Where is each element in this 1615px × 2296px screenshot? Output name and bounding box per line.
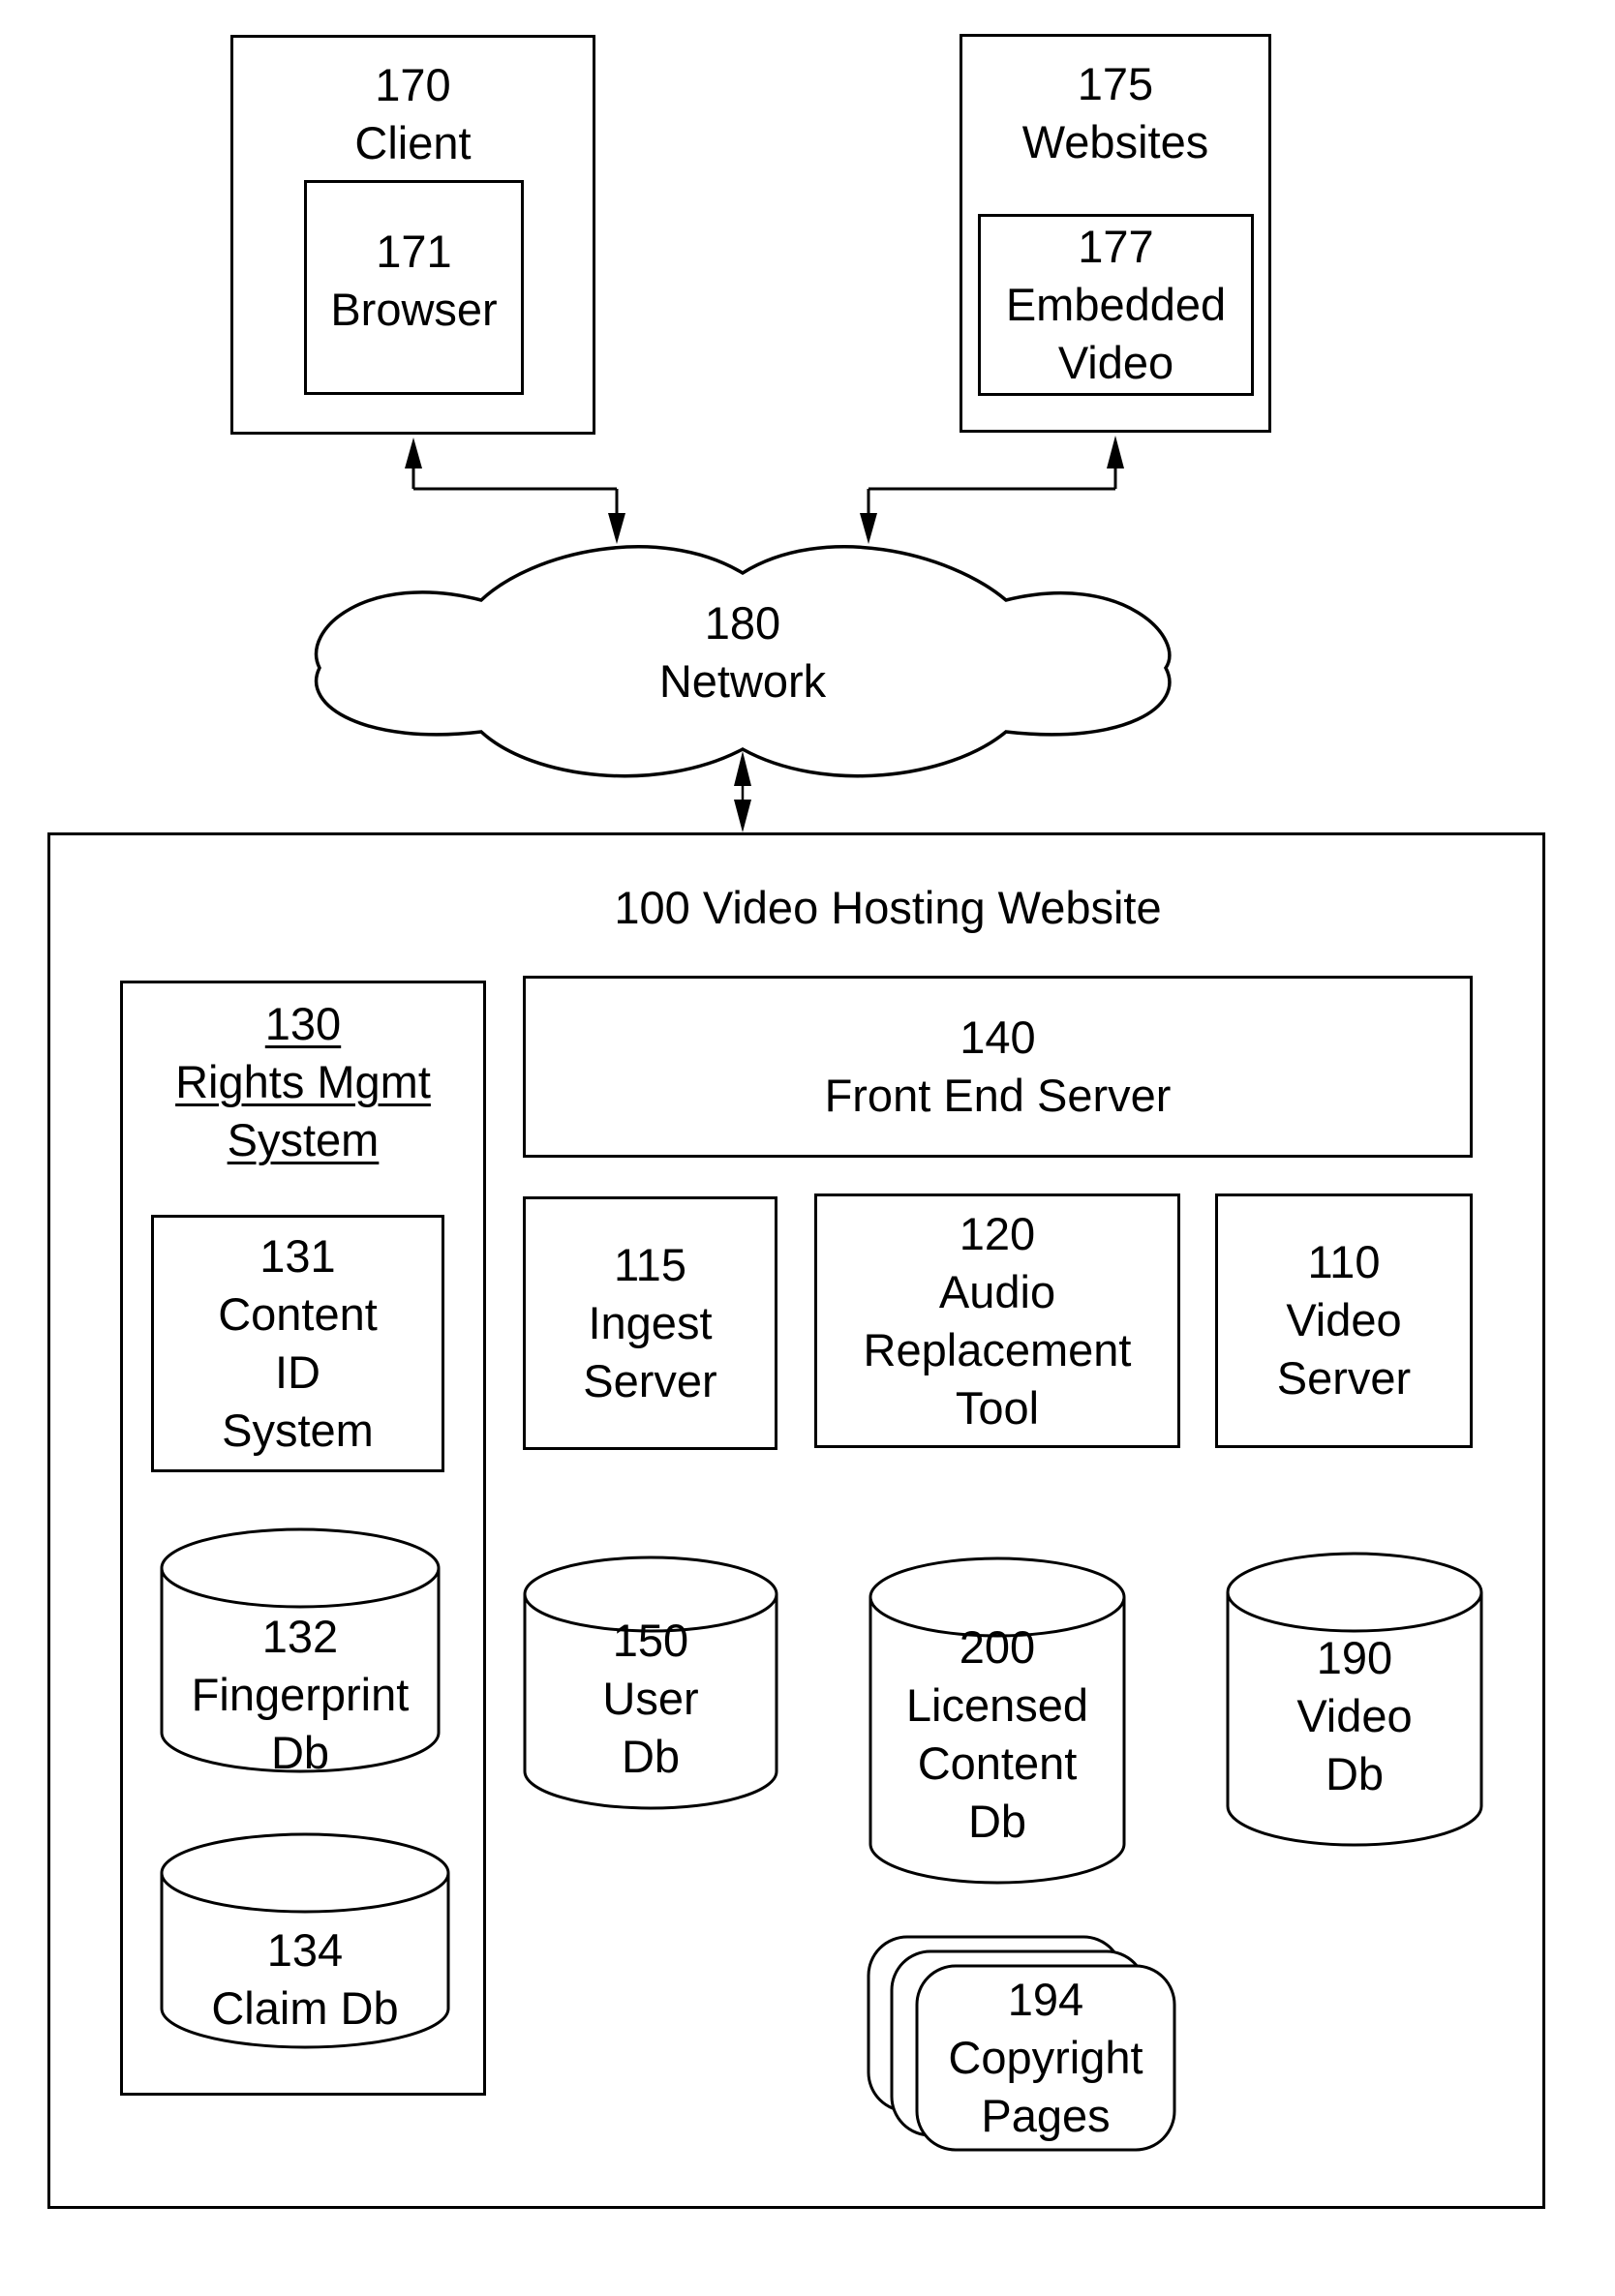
copyright-pages-id: 194 bbox=[1007, 1974, 1084, 2025]
websites-id: 175 bbox=[1077, 58, 1154, 109]
rights-mgmt-label: 130 Rights Mgmt System bbox=[120, 995, 486, 1169]
ingest-line1: Ingest bbox=[588, 1297, 713, 1348]
fingerprint-db-line2: Db bbox=[270, 1727, 330, 1778]
network-label: 180 Network bbox=[597, 594, 888, 710]
video-server-label: 110 Video Server bbox=[1215, 1233, 1473, 1407]
content-id-line1: Content bbox=[218, 1288, 378, 1340]
video-db-line1: Video bbox=[1296, 1690, 1413, 1741]
copyright-pages-line2: Pages bbox=[981, 2090, 1111, 2141]
browser-label: 171 Browser bbox=[304, 223, 524, 339]
claim-db-label: 134 Claim Db bbox=[162, 1921, 448, 2038]
ingest-line2: Server bbox=[583, 1355, 717, 1406]
embedded-video-label: 177 Embedded Video bbox=[978, 218, 1254, 392]
rights-mgmt-line1: Rights Mgmt bbox=[175, 1056, 431, 1107]
network-id: 180 bbox=[704, 597, 781, 649]
client-name: Client bbox=[354, 117, 472, 168]
fingerprint-db-line1: Fingerprint bbox=[191, 1669, 410, 1720]
licensed-db-line1: Licensed bbox=[905, 1679, 1089, 1731]
user-db-line1: User bbox=[602, 1673, 699, 1724]
copyright-pages-line1: Copyright bbox=[948, 2032, 1143, 2083]
embedded-video-line1: Embedded bbox=[1005, 279, 1227, 330]
network-name: Network bbox=[658, 655, 827, 707]
hosting-title-text: 100 Video Hosting Website bbox=[614, 882, 1162, 933]
video-server-line2: Server bbox=[1276, 1352, 1412, 1404]
fingerprint-db-id: 132 bbox=[261, 1611, 339, 1662]
ingest-id: 115 bbox=[614, 1239, 686, 1290]
rights-mgmt-line2: System bbox=[227, 1114, 380, 1165]
video-hosting-website-title: 100 Video Hosting Website bbox=[549, 879, 1227, 937]
copyright-pages-label: 194 Copyright Pages bbox=[917, 1971, 1174, 2145]
user-db-id: 150 bbox=[612, 1615, 689, 1666]
network-hosting-connector bbox=[734, 751, 751, 832]
rights-mgmt-id: 130 bbox=[264, 998, 342, 1049]
audio-replacement-tool-label: 120 Audio Replacement Tool bbox=[814, 1205, 1180, 1437]
websites-network-connector bbox=[860, 436, 1124, 544]
licensed-db-line2: Content bbox=[917, 1737, 1078, 1789]
embedded-video-id: 177 bbox=[1078, 221, 1154, 272]
video-db-line2: Db bbox=[1325, 1748, 1385, 1799]
browser-name: Browser bbox=[330, 284, 498, 335]
arrowhead-up-network bbox=[734, 751, 751, 786]
video-server-line1: Video bbox=[1286, 1294, 1402, 1345]
user-db-line2: Db bbox=[621, 1731, 681, 1782]
browser-id: 171 bbox=[376, 226, 452, 277]
video-server-id: 110 bbox=[1307, 1236, 1381, 1287]
content-id-line2: ID bbox=[275, 1346, 320, 1398]
arrowhead-down-network-left bbox=[608, 513, 625, 544]
fingerprint-db-label: 132 Fingerprint Db bbox=[162, 1608, 439, 1782]
arrowhead-up-client bbox=[405, 438, 422, 468]
audio-tool-id: 120 bbox=[959, 1208, 1036, 1259]
embedded-video-line2: Video bbox=[1057, 337, 1174, 388]
licensed-db-id: 200 bbox=[959, 1621, 1036, 1673]
claim-db-id: 134 bbox=[266, 1924, 344, 1976]
audio-tool-line2: Replacement bbox=[863, 1324, 1132, 1375]
ingest-server-label: 115 Ingest Server bbox=[523, 1236, 777, 1410]
licensed-db-line3: Db bbox=[967, 1796, 1027, 1847]
claim-db-line1: Claim Db bbox=[211, 1982, 399, 2034]
client-label: 170 Client bbox=[230, 56, 595, 172]
arrowhead-down-hosting bbox=[734, 800, 751, 832]
video-db-id: 190 bbox=[1316, 1632, 1393, 1683]
user-db-label: 150 User Db bbox=[525, 1612, 777, 1786]
front-end-id: 140 bbox=[960, 1012, 1036, 1063]
websites-label: 175 Websites bbox=[960, 55, 1271, 171]
licensed-content-db-label: 200 Licensed Content Db bbox=[870, 1618, 1124, 1851]
client-network-connector bbox=[405, 438, 625, 544]
arrowhead-down-network-right bbox=[860, 513, 877, 544]
content-id-line3: System bbox=[222, 1405, 374, 1456]
client-id: 170 bbox=[375, 59, 451, 110]
video-db-label: 190 Video Db bbox=[1228, 1629, 1481, 1803]
front-end-name: Front End Server bbox=[824, 1070, 1172, 1121]
websites-name: Websites bbox=[1021, 116, 1209, 167]
audio-tool-line3: Tool bbox=[955, 1382, 1040, 1434]
front-end-server-label: 140 Front End Server bbox=[523, 1009, 1473, 1125]
content-id-id: 131 bbox=[259, 1230, 336, 1282]
arrowhead-up-websites bbox=[1107, 436, 1124, 468]
content-id-label: 131 Content ID System bbox=[151, 1227, 444, 1460]
audio-tool-line1: Audio bbox=[938, 1266, 1056, 1317]
